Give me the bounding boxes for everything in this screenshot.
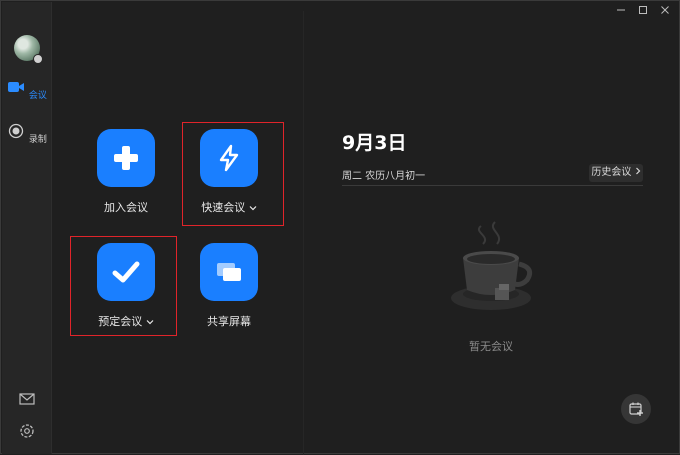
chevron-right-icon <box>635 167 640 175</box>
minimize-button[interactable] <box>613 5 629 19</box>
app-window: 会议 录制 加入会议 快速会议 预定会议 共享屏幕 9月3日 周二 农历八月初一… <box>0 0 680 455</box>
sidebar-item-label: 录制 <box>28 135 47 145</box>
mail-icon[interactable] <box>18 390 36 408</box>
day-info: 周二 农历八月初一 <box>342 171 426 182</box>
empty-state-text: 暂无会议 <box>469 340 513 353</box>
close-icon <box>661 6 669 14</box>
quick-meeting-tile[interactable]: 快速会议 <box>189 129 269 215</box>
share-screen-icon <box>217 263 241 281</box>
sidebar: 会议 录制 <box>2 2 52 454</box>
checkmark-icon <box>112 261 140 283</box>
video-camera-icon <box>8 82 25 92</box>
history-meetings-button[interactable]: 历史会议 <box>589 164 643 182</box>
chevron-down-icon <box>249 206 257 211</box>
maximize-icon <box>639 6 647 14</box>
panel-divider <box>303 11 304 455</box>
join-meeting-label: 加入会议 <box>104 201 148 214</box>
gear-icon[interactable] <box>18 422 36 440</box>
share-screen-tile[interactable]: 共享屏幕 <box>189 243 269 329</box>
calendar-add-icon <box>629 402 643 416</box>
join-meeting-button[interactable] <box>97 129 155 187</box>
quick-meeting-label: 快速会议 <box>201 201 246 214</box>
quick-meeting-button[interactable] <box>200 129 258 187</box>
empty-cup-illustration <box>451 221 533 310</box>
sidebar-item-label: 会议 <box>28 91 47 101</box>
add-calendar-button[interactable] <box>621 394 651 424</box>
history-meetings-label: 历史会议 <box>591 167 632 178</box>
schedule-meeting-button[interactable] <box>97 243 155 301</box>
chevron-down-icon <box>146 320 154 325</box>
minimize-icon <box>617 9 625 11</box>
lightning-icon <box>219 144 239 172</box>
schedule-meeting-label: 预定会议 <box>98 315 143 328</box>
quick-meeting-label-row[interactable]: 快速会议 <box>189 199 269 215</box>
schedule-meeting-tile[interactable]: 预定会议 <box>86 243 166 329</box>
schedule-meeting-label-row[interactable]: 预定会议 <box>86 313 166 329</box>
share-screen-button[interactable] <box>200 243 258 301</box>
sidebar-item-meeting[interactable]: 会议 <box>2 79 51 101</box>
divider <box>342 185 643 186</box>
join-meeting-tile[interactable]: 加入会议 <box>86 129 166 215</box>
current-date: 9月3日 <box>342 132 407 154</box>
close-button[interactable] <box>657 5 673 19</box>
sidebar-item-record[interactable]: 录制 <box>2 123 51 145</box>
share-screen-label: 共享屏幕 <box>207 315 251 328</box>
maximize-button[interactable] <box>635 5 651 19</box>
plus-icon <box>114 146 138 170</box>
status-badge <box>33 54 43 64</box>
record-icon <box>8 123 24 139</box>
